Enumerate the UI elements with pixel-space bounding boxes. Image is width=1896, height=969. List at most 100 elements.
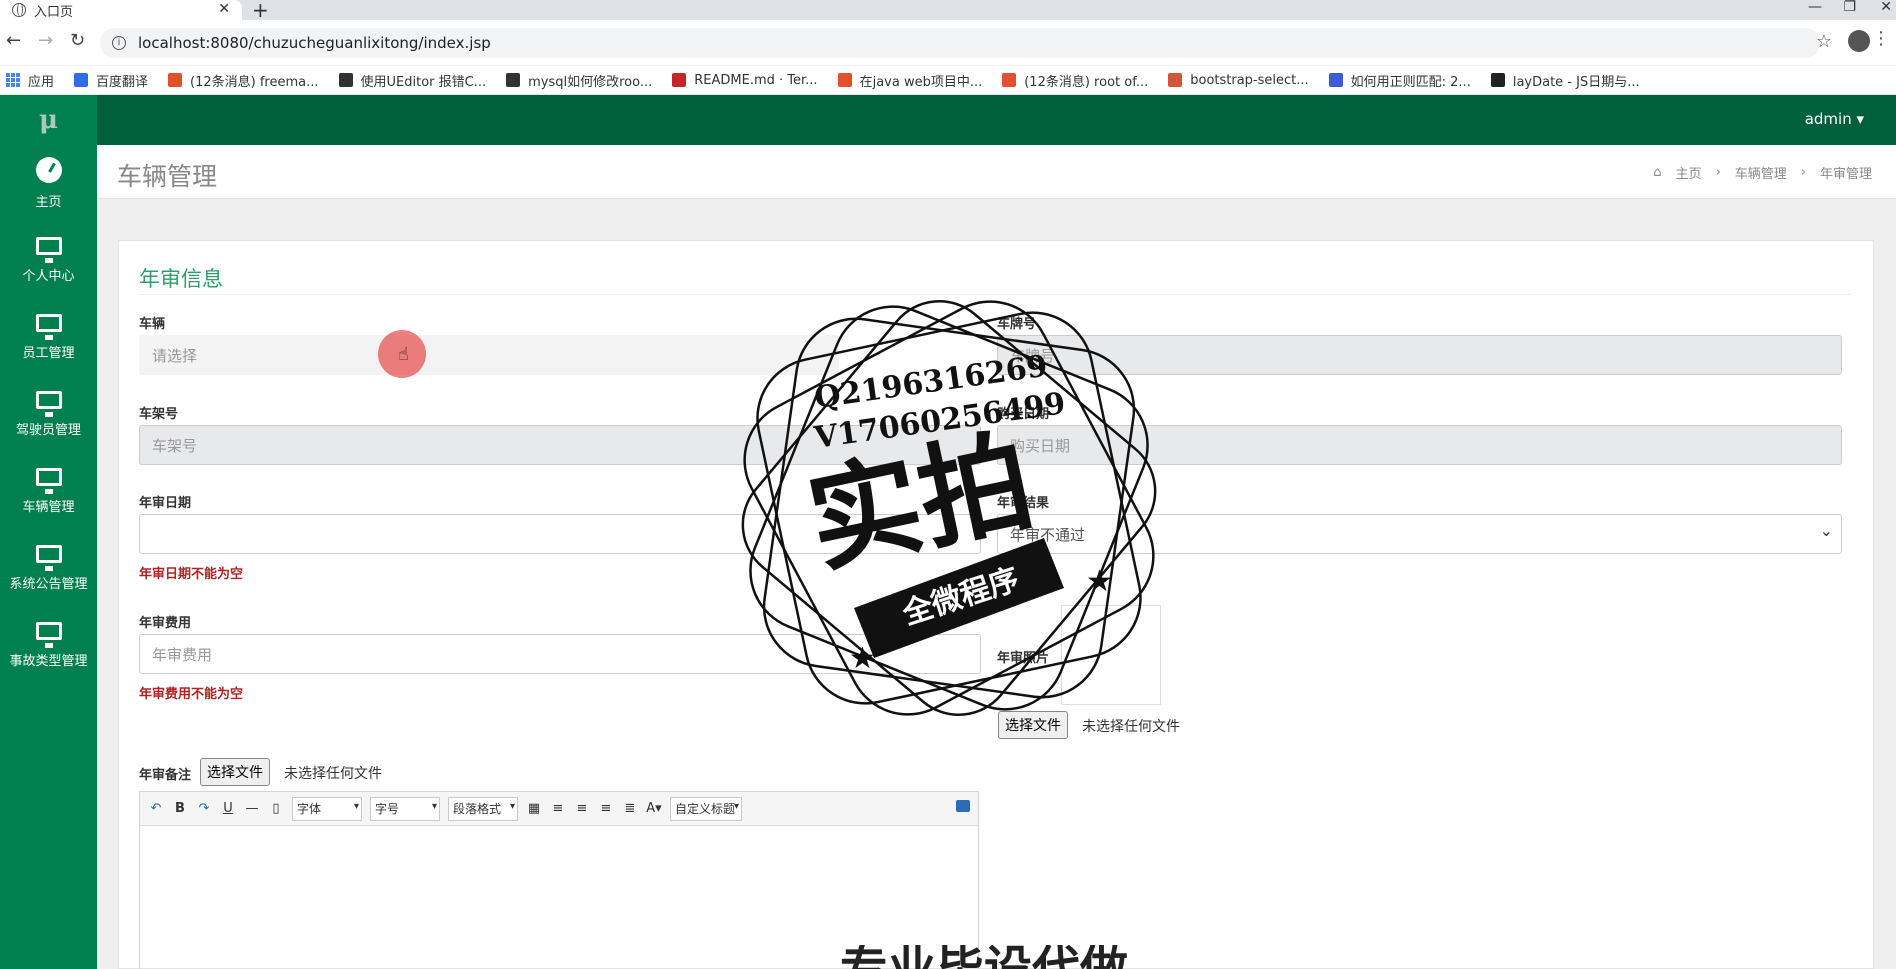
url-text: localhost:8080/chuzucheguanlixitong/inde…: [138, 34, 491, 52]
bookmark-item[interactable]: README.md · Ter...: [672, 73, 818, 88]
sidebar-item-vehicles[interactable]: 车辆管理: [0, 453, 97, 530]
section-title: 年审信息: [139, 267, 223, 291]
close-window-icon[interactable]: ✕: [1880, 0, 1892, 15]
purchase-date-input[interactable]: 购买日期: [997, 425, 1842, 465]
monitor-icon: [35, 237, 62, 263]
bookmark-item[interactable]: 使用UEditor 报错C...: [338, 71, 486, 90]
photo-preview: [1061, 605, 1161, 705]
blank-page-icon[interactable]: ▯: [268, 801, 284, 816]
sidebar-item-accident-types[interactable]: 事故类型管理: [0, 607, 97, 684]
bookmark-item[interactable]: 百度翻译: [74, 71, 148, 90]
sidebar-item-profile[interactable]: 个人中心: [0, 222, 97, 299]
reload-icon[interactable]: ↻: [70, 30, 85, 51]
purchase-date-label: 购买日期: [997, 407, 1050, 422]
sidebar-item-announcements[interactable]: 系统公告管理: [0, 530, 97, 607]
rich-text-editor: ↶ B ↷ U — ▯ 字体 字号 段落格式 ▦ ≡ ≡ ≡ ≣ A▾ 自定义标…: [139, 791, 979, 969]
fee-input[interactable]: 年审费用: [139, 634, 981, 674]
breadcrumb-vehicles[interactable]: 车辆管理: [1735, 163, 1787, 182]
breadcrumb-home[interactable]: 主页: [1676, 163, 1702, 182]
review-date-input[interactable]: [139, 514, 981, 554]
vehicle-select[interactable]: 请选择: [139, 335, 839, 375]
plate-input[interactable]: 车牌号: [997, 335, 1842, 375]
result-select[interactable]: 年审不通过: [997, 514, 1842, 554]
align-left-icon[interactable]: ≡: [550, 801, 566, 816]
fullscreen-icon[interactable]: [956, 800, 970, 812]
font-color-icon[interactable]: A▾: [646, 801, 662, 816]
undo-icon[interactable]: ↶: [148, 801, 164, 816]
minimize-icon[interactable]: —: [1808, 0, 1822, 15]
browser-tab[interactable]: 入口页 ✕: [0, 0, 242, 20]
content-header: 车辆管理 ⌂ 主页 › 车辆管理 › 年审管理: [97, 145, 1896, 199]
home-icon: ⌂: [1653, 165, 1662, 180]
review-date-label: 年审日期: [139, 496, 192, 511]
breadcrumb: ⌂ 主页 › 车辆管理 › 年审管理: [1653, 163, 1872, 182]
site-info-icon[interactable]: i: [112, 36, 126, 50]
redo-icon[interactable]: ↷: [196, 801, 212, 816]
bookmark-item[interactable]: 在java web项目中...: [837, 71, 982, 90]
tab-title: 入口页: [34, 4, 74, 20]
bookmark-item[interactable]: 如何用正则匹配: 2...: [1328, 71, 1471, 90]
back-icon[interactable]: ←: [6, 30, 21, 51]
app-top-nav: μ admin ▾: [0, 95, 1896, 145]
menu-kebab-icon[interactable]: ⋮: [1872, 28, 1890, 49]
frame-label: 车架号: [139, 407, 179, 422]
jianshu-icon: [1168, 73, 1183, 87]
sidebar-item-employees[interactable]: 员工管理: [0, 299, 97, 376]
close-tab-icon[interactable]: ✕: [218, 1, 230, 17]
align-justify-icon[interactable]: ≣: [622, 801, 638, 816]
photo-label: 年审照片: [997, 651, 1050, 666]
align-center-icon[interactable]: ≡: [598, 801, 614, 816]
app-logo[interactable]: μ: [0, 95, 97, 145]
vehicle-label: 车辆: [139, 317, 166, 332]
fee-label: 年审费用: [139, 616, 192, 631]
page-icon: [506, 73, 521, 87]
bookmark-item[interactable]: bootstrap-select...: [1168, 73, 1309, 88]
baidu-translate-icon: [74, 73, 89, 87]
monitor-icon: [35, 468, 62, 494]
bookmark-item[interactable]: layDate - JS日期与...: [1490, 71, 1640, 90]
bold-icon[interactable]: B: [172, 801, 188, 816]
gitee-icon: [672, 73, 687, 87]
align-right-icon[interactable]: ≡: [574, 801, 590, 816]
sidebar-item-home[interactable]: 主页: [0, 145, 97, 222]
breadcrumb-review: 年审管理: [1819, 167, 1872, 182]
remark-file-status: 未选择任何文件: [284, 766, 382, 782]
paragraph-select[interactable]: 段落格式: [448, 796, 518, 821]
sidebar: 主页 个人中心 员工管理 驾驶员管理 车辆管理 系统公告管理 事故类型管理: [0, 145, 97, 969]
url-input[interactable]: i localhost:8080/chuzucheguanlixitong/in…: [100, 28, 1820, 58]
horizontal-rule-icon[interactable]: —: [244, 801, 260, 816]
result-label: 年审结果: [997, 496, 1050, 511]
restore-icon[interactable]: ❐: [1843, 0, 1856, 15]
bookmark-item[interactable]: (12条消息) freema...: [168, 71, 319, 90]
apps-grid-icon: [6, 73, 20, 87]
sidebar-item-drivers[interactable]: 驾驶员管理: [0, 376, 97, 453]
cursor-highlight: ☝: [378, 330, 426, 378]
fee-error: 年审费用不能为空: [139, 687, 244, 702]
bookmark-item[interactable]: (12条消息) root of...: [1002, 71, 1148, 90]
photo-file-button[interactable]: 选择文件: [998, 711, 1068, 739]
remark-label: 年审备注: [139, 768, 192, 783]
font-size-select[interactable]: 字号: [370, 796, 440, 821]
font-family-select[interactable]: 字体: [292, 796, 362, 821]
watermark-bottom-text: 专业毕设代做: [840, 945, 1128, 969]
new-tab-icon[interactable]: +: [252, 0, 269, 22]
monitor-icon: [35, 545, 62, 571]
csdn-icon: [837, 73, 852, 87]
user-menu[interactable]: admin ▾: [1805, 110, 1864, 128]
monitor-icon: [35, 391, 62, 417]
forward-icon[interactable]: →: [38, 30, 53, 51]
bookmark-star-icon[interactable]: ☆: [1816, 31, 1832, 52]
address-bar-row: ← → ↻ i localhost:8080/chuzucheguanlixit…: [0, 20, 1896, 66]
remark-file-button[interactable]: 选择文件: [200, 758, 270, 786]
editor-toolbar: ↶ B ↷ U — ▯ 字体 字号 段落格式 ▦ ≡ ≡ ≡ ≣ A▾ 自定义标…: [140, 792, 978, 826]
table-icon[interactable]: ▦: [526, 801, 542, 816]
profile-avatar-icon[interactable]: [1848, 30, 1870, 52]
review-date-error: 年审日期不能为空: [139, 567, 244, 582]
underline-icon[interactable]: U: [220, 801, 236, 816]
bookmark-apps[interactable]: 应用: [6, 71, 54, 90]
bookmark-item[interactable]: mysql如何修改roo...: [506, 71, 652, 90]
custom-title-select[interactable]: 自定义标题: [670, 796, 742, 821]
section-divider: [139, 294, 1852, 295]
frame-input[interactable]: 车架号: [139, 425, 981, 465]
hand-cursor-icon: ☝: [398, 344, 409, 365]
